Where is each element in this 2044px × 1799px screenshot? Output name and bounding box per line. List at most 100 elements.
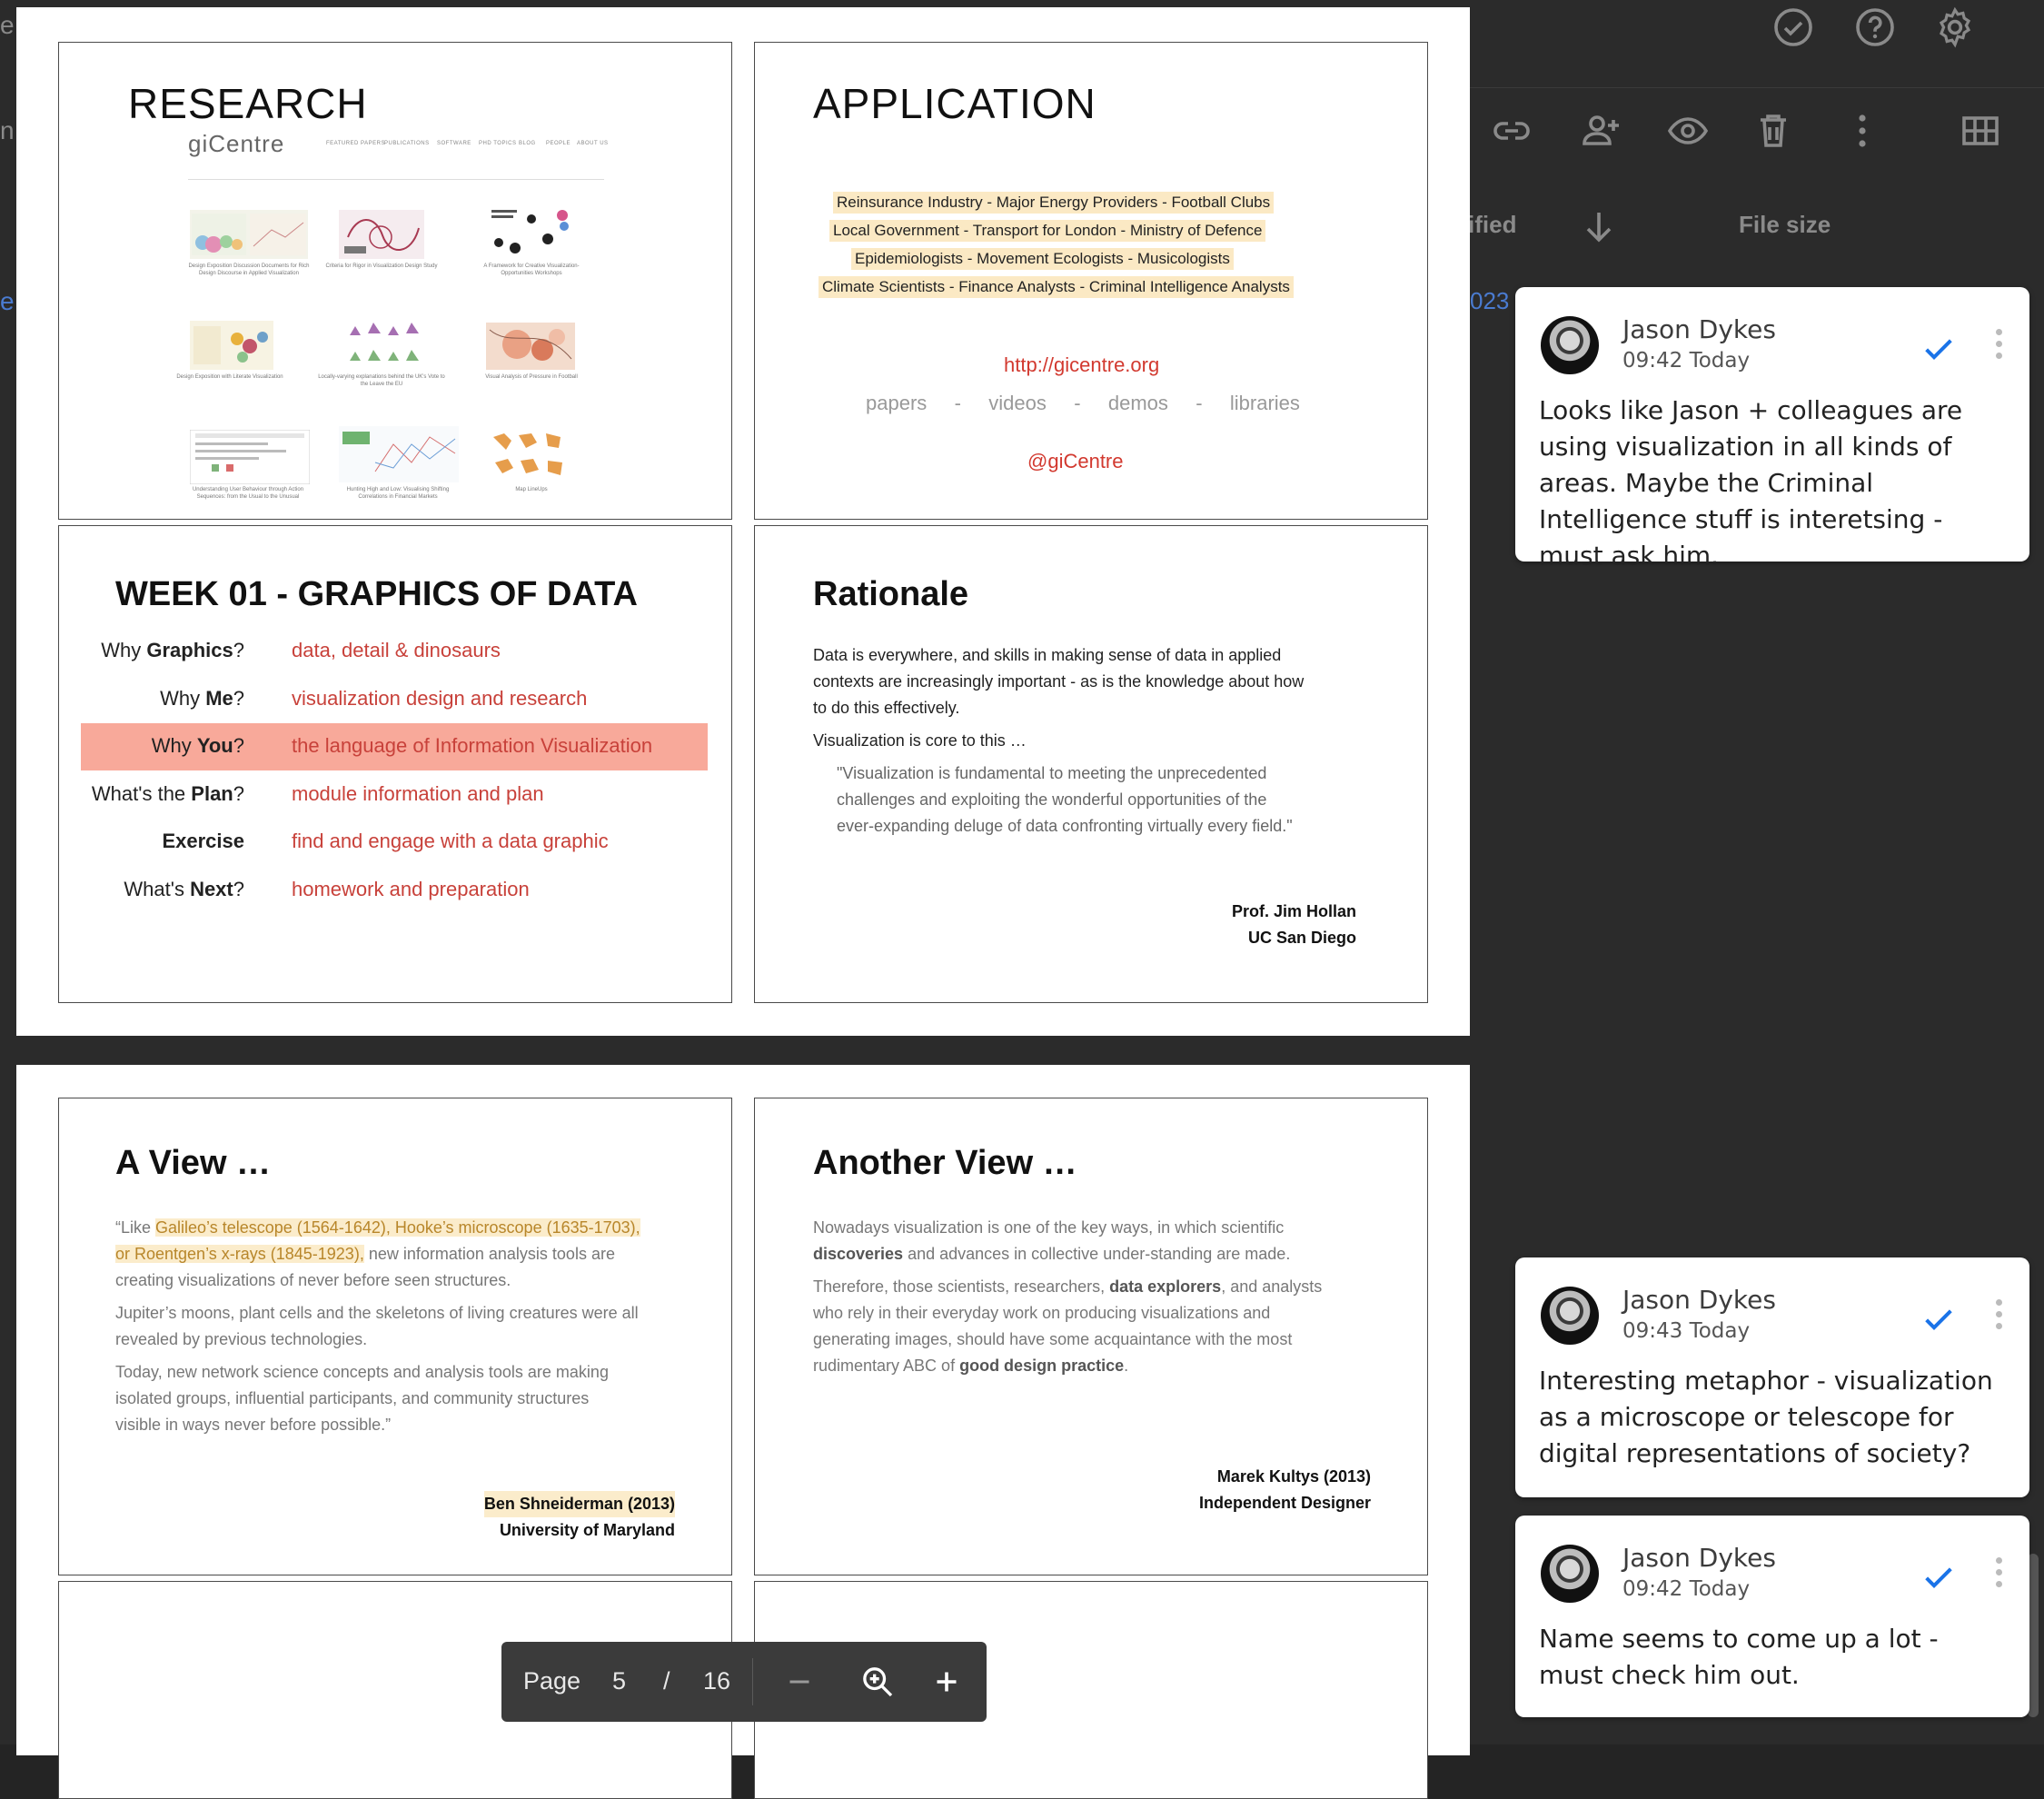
- slide-title: Another View …: [813, 1144, 1077, 1182]
- page-toolbar: Page 5 / 16: [501, 1642, 987, 1722]
- resolve-check-icon[interactable]: [1920, 1559, 1957, 1595]
- thumbnail-caption: Understanding User Behaviour through Act…: [192, 487, 304, 500]
- file-date-fragment: 023: [1470, 287, 1510, 314]
- zoom-in-icon: [863, 1667, 893, 1697]
- resolve-check-icon[interactable]: [1920, 331, 1957, 367]
- page-number-input[interactable]: 5: [612, 1667, 626, 1695]
- drive-divider: [1454, 87, 2044, 88]
- resource-links: papers - videos - demos - libraries: [866, 392, 1300, 414]
- plus-icon: [937, 1672, 957, 1692]
- comment-card[interactable]: Jason Dykes 09:42 Today Name seems to co…: [1515, 1516, 2029, 1717]
- more-options-icon[interactable]: [1995, 1299, 2004, 1332]
- body-line: who rely in their everyday work on produ…: [813, 1304, 1271, 1322]
- add-person-icon[interactable]: [1575, 105, 1626, 156]
- application-row: Climate Scientists - Finance Analysts - …: [819, 276, 1294, 298]
- agenda-value: homework and preparation: [292, 878, 530, 900]
- thumbnail-caption: Map LineUps: [515, 487, 548, 492]
- check-circle-icon[interactable]: [1768, 2, 1819, 53]
- drive-top-bar: [1454, 0, 2044, 82]
- column-header-filesize[interactable]: File size: [1739, 211, 1831, 239]
- link-icon[interactable]: [1486, 105, 1537, 156]
- body-line: rudimentary ABC of good design practice.: [813, 1357, 1129, 1375]
- comment-card[interactable]: Jason Dykes 09:43 Today Interesting meta…: [1515, 1257, 2029, 1497]
- agenda-value: the language of Information Visualizatio…: [292, 734, 653, 757]
- thumbnail-caption: Criteria for Rigor in Visualization Desi…: [325, 263, 438, 269]
- gicentre-nav-item: ABOUT US: [577, 141, 609, 146]
- comment-time: 09:42 Today: [1622, 1577, 1751, 1601]
- thumbnail-caption: A Framework for Creative Visualization-O…: [483, 263, 580, 276]
- attribution-org: UC San Diego: [1247, 929, 1356, 947]
- attribution-name: Ben Shneiderman (2013): [483, 1491, 675, 1517]
- agenda-label: Why Me?: [160, 687, 244, 710]
- slide-title: APPLICATION: [813, 80, 1096, 127]
- body-line: isolated groups, influential participant…: [115, 1389, 590, 1407]
- comment-body: Name seems to come up a lot - must check…: [1539, 1624, 1939, 1690]
- avatar: [1541, 1287, 1599, 1345]
- resolve-check-icon[interactable]: [1920, 1301, 1957, 1337]
- avatar: [1541, 316, 1599, 374]
- thumbnail-image: [190, 321, 273, 370]
- slide-title: A View …: [115, 1144, 272, 1182]
- thumbnail-image: [488, 206, 573, 263]
- gicentre-logo: giCentre: [188, 130, 285, 157]
- comment-card[interactable]: Jason Dykes 09:42 Today Looks like Jason…: [1515, 287, 2029, 571]
- agenda-row: What's the Plan? module information and …: [81, 771, 708, 819]
- agenda-label: Exercise: [162, 830, 244, 852]
- body-line: Data is everywhere, and skills in making…: [813, 646, 1282, 664]
- thumbnail-image: [190, 430, 310, 484]
- slide-application: APPLICATION Reinsurance Industry - Major…: [754, 42, 1428, 520]
- gicentre-nav-item: FEATURED PAPERS: [326, 141, 385, 146]
- eye-icon[interactable]: [1662, 105, 1713, 156]
- body-line: contexts are increasingly important - as…: [813, 672, 1305, 691]
- application-row: Epidemiologists - Movement Ecologists - …: [851, 248, 1234, 270]
- body-line: generating images, should have some acqu…: [813, 1330, 1293, 1348]
- thumbnail-image: [490, 430, 570, 482]
- agenda-row: What's Next? homework and preparation: [81, 867, 708, 914]
- attribution-name: Marek Kultys (2013): [1216, 1467, 1371, 1486]
- trash-icon[interactable]: [1748, 105, 1799, 156]
- agenda-row: Why Graphics? data, detail & dinosaurs: [81, 628, 708, 675]
- zoom-button[interactable]: [854, 1658, 901, 1705]
- twitter-handle[interactable]: @giCentre: [1027, 450, 1124, 473]
- comment-body: Interesting metaphor - visualization as …: [1539, 1366, 1993, 1468]
- agenda-value: module information and plan: [292, 782, 544, 805]
- gicentre-url[interactable]: http://gicentre.org: [1004, 353, 1159, 377]
- avatar: [1541, 1545, 1599, 1603]
- more-options-icon[interactable]: [1995, 329, 2004, 362]
- comment-time: 09:43 Today: [1622, 1319, 1751, 1343]
- agenda-value: data, detail & dinosaurs: [292, 639, 501, 661]
- slide-another-view: Another View … Nowadays visualization is…: [754, 1098, 1428, 1575]
- left-text-fragment: n: [0, 116, 15, 144]
- left-text-fragment: e: [0, 11, 15, 39]
- body-line: or Roentgen’s x-rays (1845-1923), new in…: [115, 1245, 615, 1263]
- left-text-fragment: e: [0, 287, 15, 315]
- agenda-value: find and engage with a data graphic: [292, 830, 609, 852]
- attribution-name: Prof. Jim Hollan: [1231, 902, 1356, 920]
- body-line: to do this effectively.: [813, 699, 960, 717]
- slide-week-01: WEEK 01 - GRAPHICS OF DATA Why Graphics?…: [58, 525, 732, 1003]
- agenda-label: Why Graphics?: [101, 639, 244, 661]
- arrow-down-icon[interactable]: [1573, 202, 1624, 253]
- column-header-modified[interactable]: ified: [1468, 211, 1516, 239]
- body-line: Nowadays visualization is one of the key…: [813, 1218, 1285, 1237]
- more-options-icon[interactable]: [1995, 1557, 2004, 1590]
- more-vert-icon[interactable]: [1837, 105, 1888, 156]
- divider: [188, 179, 604, 180]
- grid-view-icon[interactable]: [1955, 105, 2006, 156]
- gicentre-nav-item: SOFTWARE: [437, 141, 471, 146]
- thumbnail-image: [486, 323, 575, 370]
- quote-line: challenges and exploiting the wonderful …: [837, 790, 1267, 809]
- gicentre-nav-item: BLOG: [519, 141, 536, 146]
- pdf-page: RESEARCH giCentre FEATURED PAPERS PUBLIC…: [16, 7, 1470, 1036]
- help-icon[interactable]: [1850, 2, 1900, 53]
- comment-author: Jason Dykes: [1622, 314, 1776, 344]
- body-line: Visualization is core to this …: [813, 731, 1027, 750]
- gicentre-nav-item: PEOPLE: [546, 141, 571, 146]
- slide-title: RESEARCH: [128, 80, 368, 127]
- settings-icon[interactable]: [1930, 2, 1980, 53]
- zoom-out-button[interactable]: [776, 1658, 823, 1705]
- thumbnail-image: [339, 210, 424, 259]
- zoom-in-button[interactable]: [923, 1658, 970, 1705]
- thumbnail-caption: Design Exposition with Literate Visualiz…: [176, 374, 283, 380]
- thumbnail-caption: Design Exposition Discussion Documents f…: [188, 263, 310, 276]
